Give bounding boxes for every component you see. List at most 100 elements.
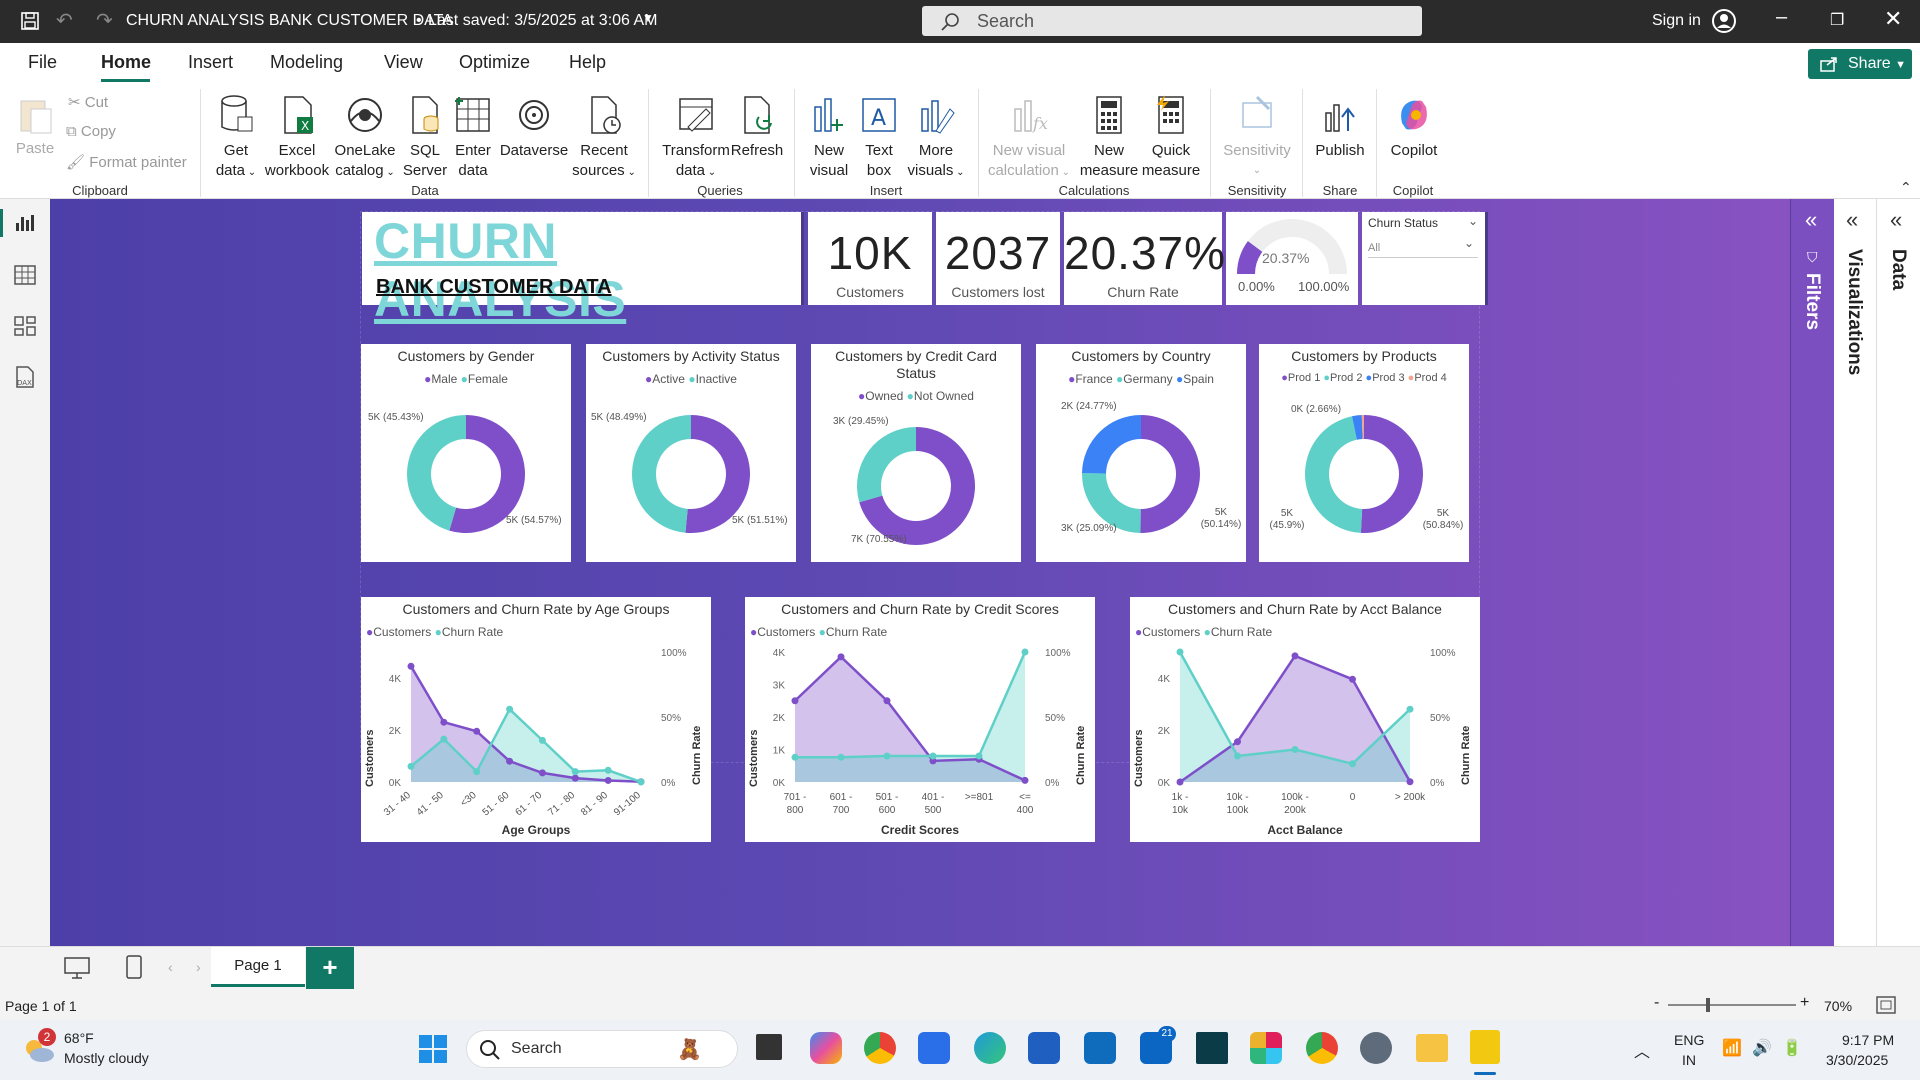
visualizations-pane-collapsed[interactable]: « Visualizations (1834, 199, 1877, 946)
expand-filters-icon[interactable]: « (1805, 207, 1817, 233)
settings-icon[interactable] (1360, 1032, 1392, 1064)
sign-in-link[interactable]: Sign in (1652, 12, 1701, 30)
expand-visualizations-icon[interactable]: « (1846, 207, 1858, 233)
menu-optimize[interactable]: Optimize (459, 52, 530, 73)
format-painter-button[interactable]: 🖌 Format painter (66, 153, 187, 171)
kpi-churn-rate-card[interactable]: 20.37% Churn Rate (1064, 212, 1225, 305)
gender-donut-card[interactable]: Customers by Gender ●Male ●Female 5K (54… (361, 344, 571, 562)
copilot-button[interactable]: Copilot (1384, 93, 1444, 161)
chrome-icon[interactable] (864, 1032, 896, 1064)
zoom-out-icon[interactable]: - (1654, 994, 1659, 1012)
activity-donut-card[interactable]: Customers by Activity Status ●Active ●In… (586, 344, 796, 562)
undo-icon[interactable]: ↶ (56, 8, 73, 33)
chevron-down-icon[interactable]: ⌄ (1468, 214, 1478, 228)
age-groups-combo-card[interactable]: Customers and Churn Rate by Age Groups ●… (361, 597, 711, 842)
close-icon[interactable]: ✕ (1884, 6, 1902, 32)
zoom-in-icon[interactable]: + (1800, 994, 1809, 1012)
credit-card-donut-card[interactable]: Customers by Credit Card Status ●Owned ●… (811, 344, 1021, 562)
filters-pane-collapsed[interactable]: « ⛉ Filters (1790, 199, 1834, 946)
task-view-icon[interactable] (756, 1034, 782, 1060)
churn-gauge-card[interactable]: 20.37% 0.00% 100.00% (1226, 212, 1358, 305)
chevron-down-icon[interactable]: ▼ (642, 11, 654, 25)
clock-time[interactable]: 9:17 PM (1842, 1032, 1894, 1048)
add-page-button[interactable]: + (306, 947, 354, 989)
dax-query-view-icon[interactable]: DAX (14, 365, 36, 389)
sql-server-button[interactable]: SQL Server (400, 93, 450, 181)
transform-data-button[interactable]: Transform data ⌄ (660, 93, 732, 183)
slicer-dropdown[interactable]: All ⌄ (1368, 236, 1478, 258)
enter-data-button[interactable]: Enter data (450, 93, 496, 181)
save-icon[interactable] (20, 11, 40, 31)
credit-scores-combo-card[interactable]: Customers and Churn Rate by Credit Score… (745, 597, 1095, 842)
restore-icon[interactable]: ❐ (1830, 10, 1844, 30)
acct-balance-combo-card[interactable]: Customers and Churn Rate by Acct Balance… (1130, 597, 1480, 842)
battery-icon[interactable]: 🔋 (1782, 1038, 1802, 1058)
dataverse-button[interactable]: Dataverse (498, 93, 570, 161)
menu-help[interactable]: Help (569, 52, 606, 73)
kpi-customers-lost-card[interactable]: 2037 Customers lost (936, 212, 1060, 305)
recent-sources-button[interactable]: Recent sources ⌄ (570, 93, 638, 183)
menu-view[interactable]: View (384, 52, 423, 73)
edge-icon[interactable] (974, 1032, 1006, 1064)
outlook-icon[interactable] (1084, 1032, 1116, 1064)
new-measure-button[interactable]: New measure (1078, 93, 1140, 181)
kpi-customers-card[interactable]: 10K Customers (808, 212, 932, 305)
mobile-layout-icon[interactable] (126, 955, 142, 979)
app-icon[interactable] (918, 1032, 950, 1064)
products-donut-card[interactable]: Customers by Products ●Prod 1 ●Prod 2 ●P… (1259, 344, 1469, 562)
file-explorer-icon[interactable] (1416, 1034, 1448, 1062)
text-box-button[interactable]: A Text box (856, 93, 902, 181)
wifi-icon[interactable]: 📶 (1722, 1038, 1742, 1058)
expand-data-icon[interactable]: « (1890, 207, 1902, 233)
power-bi-icon[interactable] (1470, 1030, 1500, 1064)
desktop-layout-icon[interactable] (64, 957, 90, 979)
search-input[interactable]: Search (922, 6, 1422, 36)
chrome-profile-icon[interactable] (1306, 1032, 1338, 1064)
cut-button[interactable]: ✂ Cut (68, 93, 108, 111)
sensitivity-button[interactable]: Sensitivity ⌄ (1220, 93, 1294, 181)
next-page-icon[interactable]: › (196, 959, 201, 975)
slicer-value: All (1368, 242, 1381, 254)
country-donut-card[interactable]: Customers by Country ●France ●Germany ●S… (1036, 344, 1246, 562)
get-data-button[interactable]: Get data ⌄ (210, 93, 262, 183)
excel-workbook-button[interactable]: X Excel workbook (262, 93, 332, 181)
minimize-icon[interactable]: – (1776, 6, 1787, 29)
new-visual-calculation-button[interactable]: fx New visual calculation ⌄ (986, 93, 1072, 183)
slack-icon[interactable] (1250, 1032, 1282, 1064)
copilot-app-icon[interactable] (810, 1032, 842, 1064)
menu-file[interactable]: File (28, 52, 57, 73)
paste-button[interactable]: Paste (12, 95, 58, 159)
onelake-catalog-button[interactable]: OneLake catalog ⌄ (332, 93, 398, 183)
taskbar-search[interactable]: Search 🧸 (466, 1030, 738, 1068)
menu-home[interactable]: Home (101, 52, 151, 73)
data-pane-collapsed[interactable]: « Data (1878, 199, 1920, 946)
store-icon[interactable] (1028, 1032, 1060, 1064)
chevron-up-icon[interactable]: ︿ (1634, 1038, 1650, 1062)
prev-page-icon[interactable]: ‹ (168, 959, 173, 975)
page-tab[interactable]: Page 1 (211, 947, 305, 987)
table-view-icon[interactable] (14, 265, 36, 285)
title-card[interactable]: CHURN ANALYSIS BANK CUSTOMER DATA (362, 212, 804, 327)
new-visual-button[interactable]: New visual (804, 93, 854, 181)
more-visuals-button[interactable]: More visuals ⌄ (902, 93, 970, 183)
zoom-slider-thumb[interactable] (1706, 998, 1710, 1012)
app-icon[interactable] (1196, 1032, 1228, 1064)
copy-button[interactable]: ⧉ Copy (66, 123, 116, 140)
fit-to-page-icon[interactable] (1876, 996, 1896, 1014)
zoom-slider[interactable] (1668, 1004, 1796, 1006)
quick-measure-button[interactable]: Quick measure (1140, 93, 1202, 181)
share-button[interactable]: Share ▼ (1808, 49, 1912, 79)
menu-insert[interactable]: Insert (188, 52, 233, 73)
churn-status-slicer[interactable]: Churn Status ⌄ All ⌄ (1362, 212, 1488, 305)
menu-modeling[interactable]: Modeling (270, 52, 343, 73)
redo-icon[interactable]: ↷ (96, 8, 113, 33)
account-icon[interactable] (1711, 8, 1737, 34)
windows-start-icon[interactable] (418, 1034, 448, 1064)
language-code[interactable]: ENG (1674, 1032, 1704, 1048)
model-view-icon[interactable] (14, 315, 36, 337)
collapse-ribbon-icon[interactable]: ⌃ (1900, 179, 1912, 196)
publish-button[interactable]: Publish (1310, 93, 1370, 161)
report-view-icon[interactable] (14, 213, 36, 233)
refresh-button[interactable]: Refresh (730, 93, 784, 161)
volume-icon[interactable]: 🔊 (1752, 1038, 1772, 1058)
